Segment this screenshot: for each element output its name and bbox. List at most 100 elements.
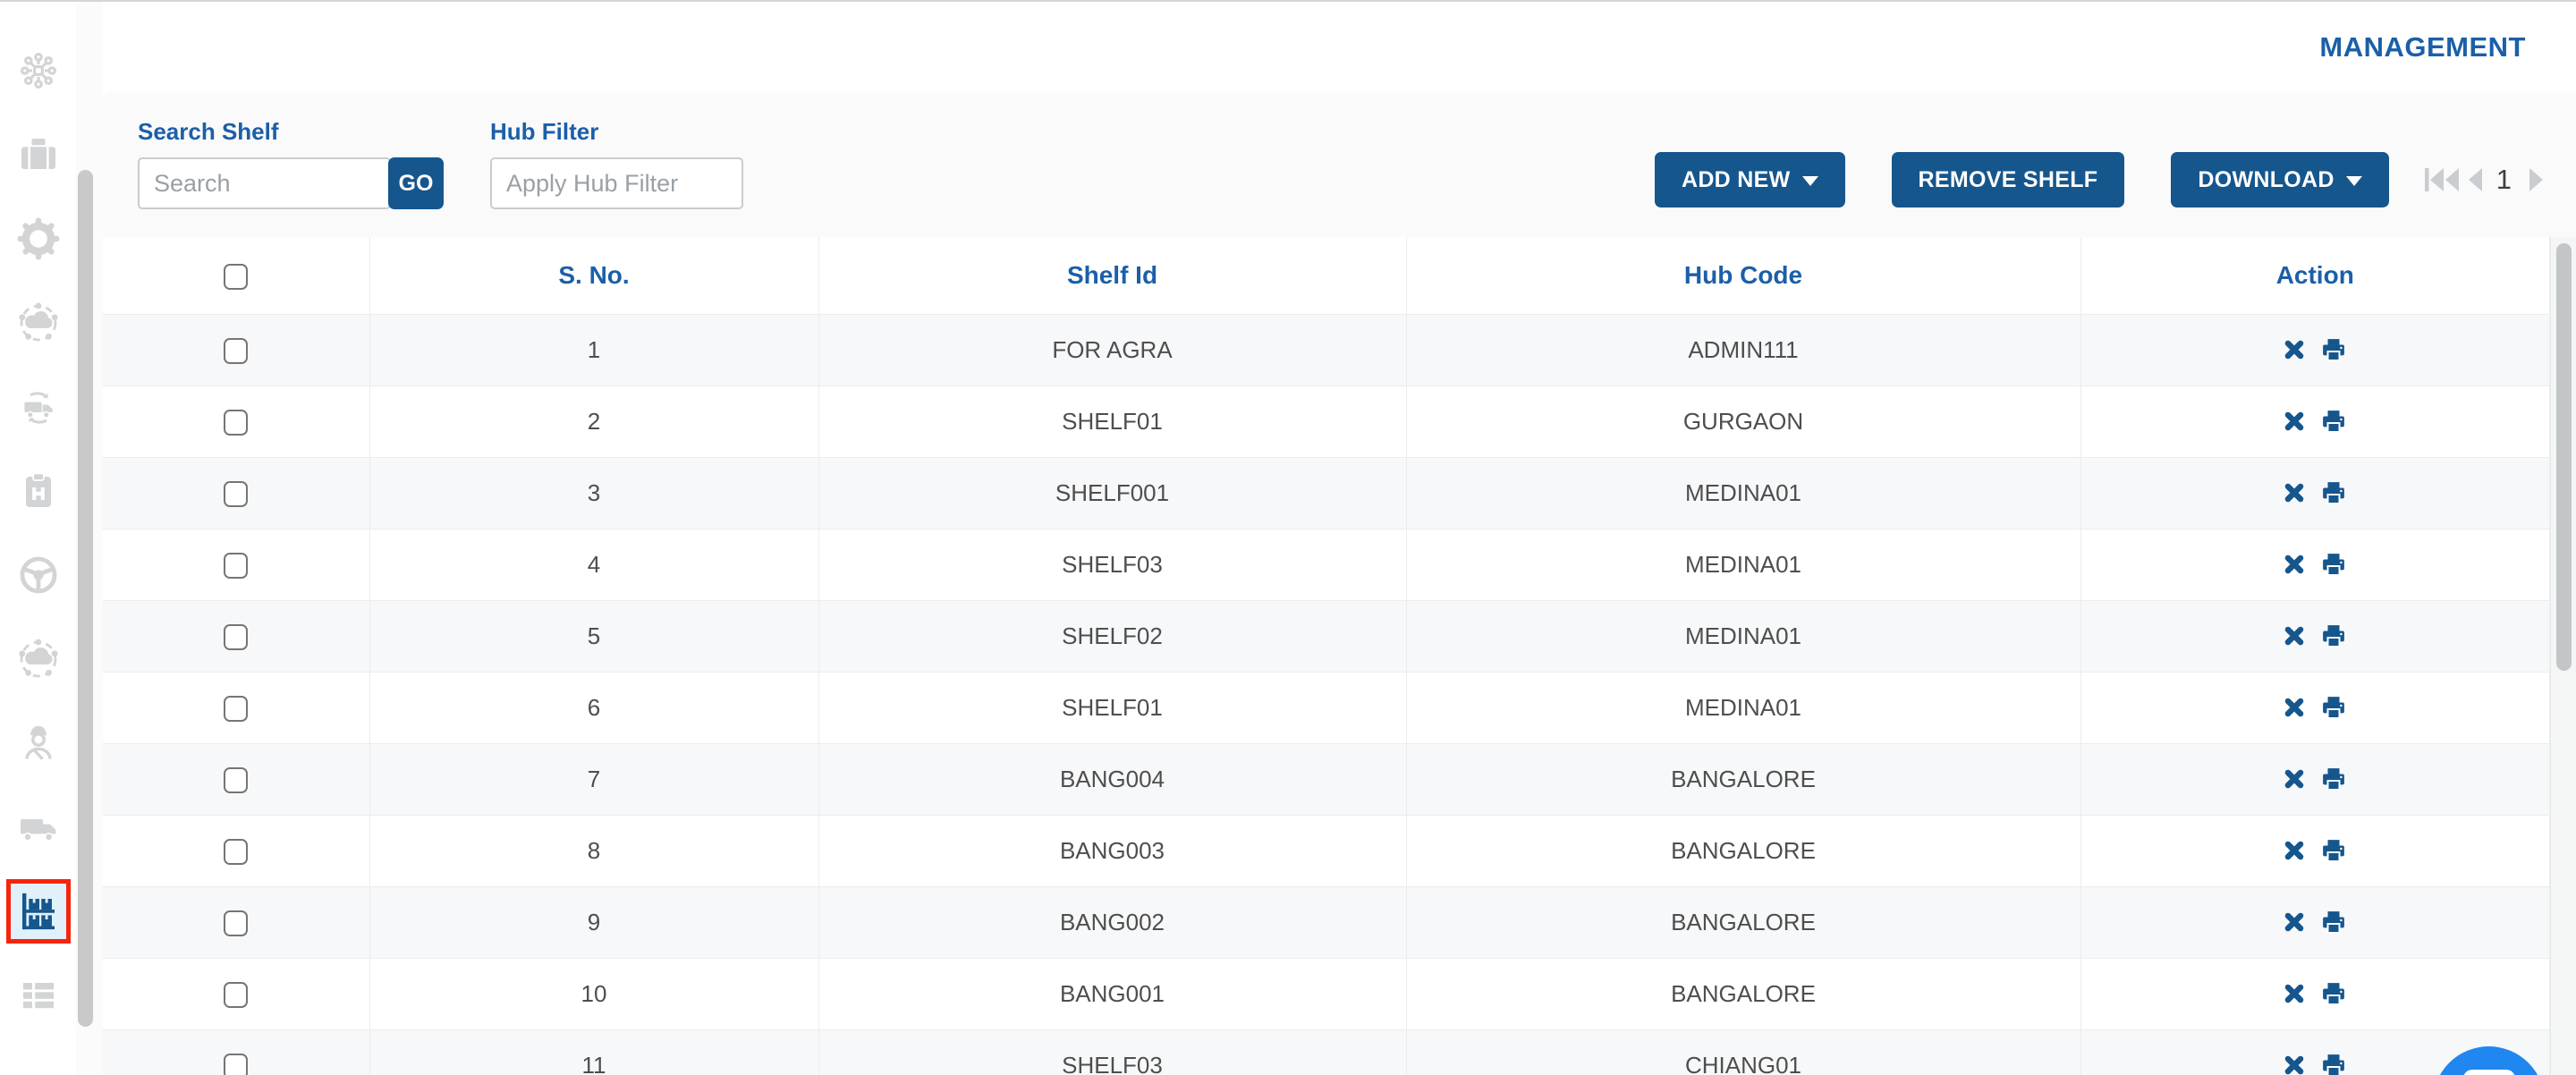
print-shelf-button[interactable] bbox=[2320, 909, 2347, 935]
download-button[interactable]: DOWNLOAD bbox=[2171, 152, 2389, 207]
sidebar-item-truck-sync[interactable] bbox=[4, 365, 73, 449]
cell-action bbox=[2080, 600, 2550, 673]
delete-shelf-button[interactable] bbox=[2283, 982, 2306, 1005]
delete-x-icon bbox=[2284, 554, 2304, 574]
sidebar-item-records[interactable] bbox=[4, 953, 73, 1037]
table-row: 9 BANG002 BANGALORE bbox=[103, 886, 2550, 959]
hub-filter-input[interactable] bbox=[490, 157, 743, 209]
print-shelf-button[interactable] bbox=[2320, 551, 2347, 578]
row-checkbox[interactable] bbox=[224, 552, 249, 579]
cell-shelf-id: SHELF03 bbox=[818, 529, 1407, 601]
page-number: 1 bbox=[2496, 164, 2512, 195]
row-checkbox-cell bbox=[103, 958, 370, 1030]
print-shelf-button[interactable] bbox=[2320, 408, 2347, 435]
sidebar-item-shelf-management[interactable] bbox=[5, 879, 71, 944]
sidebar-item-cloud-network-1[interactable] bbox=[4, 281, 73, 365]
table-header-row: S. No. Shelf Id Hub Code Action bbox=[103, 237, 2550, 315]
delete-shelf-button[interactable] bbox=[2283, 1054, 2306, 1075]
delete-shelf-button[interactable] bbox=[2283, 767, 2306, 791]
go-button[interactable]: GO bbox=[388, 157, 444, 209]
table-scrollbar[interactable] bbox=[2556, 243, 2572, 671]
table-row: 6 SHELF01 MEDINA01 bbox=[103, 672, 2550, 744]
delete-shelf-button[interactable] bbox=[2283, 696, 2306, 719]
sidebar-item-fleet[interactable] bbox=[4, 785, 73, 869]
row-checkbox[interactable] bbox=[224, 623, 249, 650]
print-shelf-button[interactable] bbox=[2320, 694, 2347, 721]
pagination-next-button[interactable] bbox=[2528, 165, 2546, 195]
pagination-prev-button[interactable] bbox=[2466, 165, 2484, 195]
cell-sno: 3 bbox=[369, 457, 819, 529]
delete-x-icon bbox=[2284, 483, 2304, 503]
delete-x-icon bbox=[2284, 411, 2304, 431]
print-shelf-button[interactable] bbox=[2320, 1052, 2347, 1075]
print-shelf-button[interactable] bbox=[2320, 837, 2347, 864]
delete-shelf-button[interactable] bbox=[2283, 410, 2306, 433]
cell-shelf-id: SHELF02 bbox=[818, 600, 1407, 673]
row-checkbox[interactable] bbox=[224, 910, 249, 936]
cell-hub-code: ADMIN111 bbox=[1406, 314, 2081, 386]
print-shelf-button[interactable] bbox=[2320, 479, 2347, 506]
sidebar-scrollbar[interactable] bbox=[78, 170, 93, 1027]
row-checkbox[interactable] bbox=[224, 766, 249, 793]
cell-action bbox=[2080, 815, 2550, 887]
table-row: 2 SHELF01 GURGAON bbox=[103, 385, 2550, 458]
delete-shelf-button[interactable] bbox=[2283, 910, 2306, 934]
sidebar-item-clipboard-hub[interactable] bbox=[4, 449, 73, 533]
sidebar-item-briefcase[interactable] bbox=[4, 113, 73, 197]
sidebar-item-network[interactable] bbox=[4, 29, 73, 113]
cell-action bbox=[2080, 743, 2550, 816]
pagination-first-button[interactable] bbox=[2423, 165, 2461, 195]
row-checkbox[interactable] bbox=[224, 838, 249, 865]
print-shelf-button[interactable] bbox=[2320, 766, 2347, 792]
sidebar-item-driver[interactable] bbox=[4, 533, 73, 617]
cell-shelf-id: SHELF001 bbox=[818, 457, 1407, 529]
cell-shelf-id: BANG001 bbox=[818, 958, 1407, 1030]
delete-shelf-button[interactable] bbox=[2283, 338, 2306, 361]
row-checkbox-cell bbox=[103, 385, 370, 458]
delete-shelf-button[interactable] bbox=[2283, 481, 2306, 504]
cell-hub-code: BANGALORE bbox=[1406, 743, 2081, 816]
print-icon bbox=[2323, 697, 2345, 720]
cell-action bbox=[2080, 958, 2550, 1030]
row-checkbox[interactable] bbox=[224, 1053, 249, 1075]
cell-hub-code: BANGALORE bbox=[1406, 886, 2081, 959]
pagination: 1 bbox=[2423, 164, 2546, 196]
sidebar-item-settings[interactable] bbox=[4, 197, 73, 281]
table-row: 5 SHELF02 MEDINA01 bbox=[103, 600, 2550, 673]
shelf-table: S. No. Shelf Id Hub Code Action 1 FOR AG… bbox=[103, 237, 2550, 1075]
row-checkbox[interactable] bbox=[224, 409, 249, 436]
column-header-shelf-id: Shelf Id bbox=[818, 237, 1407, 315]
cell-shelf-id: FOR AGRA bbox=[818, 314, 1407, 386]
print-icon bbox=[2323, 911, 2345, 935]
print-shelf-button[interactable] bbox=[2320, 622, 2347, 649]
cell-sno: 2 bbox=[369, 385, 819, 458]
cloud-network-icon bbox=[18, 639, 58, 678]
print-icon bbox=[2323, 983, 2345, 1006]
search-input[interactable] bbox=[138, 157, 391, 209]
table-row: 11 SHELF03 CHIANG01 bbox=[103, 1029, 2550, 1075]
print-shelf-button[interactable] bbox=[2320, 980, 2347, 1007]
row-checkbox[interactable] bbox=[224, 337, 249, 364]
add-new-button[interactable]: ADD NEW bbox=[1654, 152, 1845, 207]
delete-shelf-button[interactable] bbox=[2283, 624, 2306, 648]
row-checkbox[interactable] bbox=[224, 695, 249, 722]
table-wrap: S. No. Shelf Id Hub Code Action 1 FOR AG… bbox=[103, 237, 2550, 1075]
delete-shelf-button[interactable] bbox=[2283, 839, 2306, 862]
sidebar-item-cloud-network-2[interactable] bbox=[4, 617, 73, 701]
select-all-checkbox[interactable] bbox=[224, 263, 249, 290]
row-checkbox[interactable] bbox=[224, 981, 249, 1008]
search-shelf-label: Search Shelf bbox=[138, 118, 279, 145]
cell-sno: 8 bbox=[369, 815, 819, 887]
cell-sno: 9 bbox=[369, 886, 819, 959]
sidebar-item-courier[interactable] bbox=[4, 701, 73, 785]
print-icon bbox=[2323, 768, 2345, 791]
row-checkbox[interactable] bbox=[224, 480, 249, 507]
delete-shelf-button[interactable] bbox=[2283, 553, 2306, 576]
remove-shelf-button[interactable]: REMOVE SHELF bbox=[1891, 152, 2125, 207]
page-title: MANAGEMENT bbox=[2319, 31, 2526, 63]
content-card: Search Shelf GO Hub Filter ADD NEW bbox=[103, 93, 2576, 1075]
print-icon bbox=[2323, 840, 2345, 863]
print-shelf-button[interactable] bbox=[2320, 336, 2347, 363]
chevron-down-icon bbox=[2345, 176, 2362, 186]
print-icon bbox=[2323, 554, 2345, 577]
